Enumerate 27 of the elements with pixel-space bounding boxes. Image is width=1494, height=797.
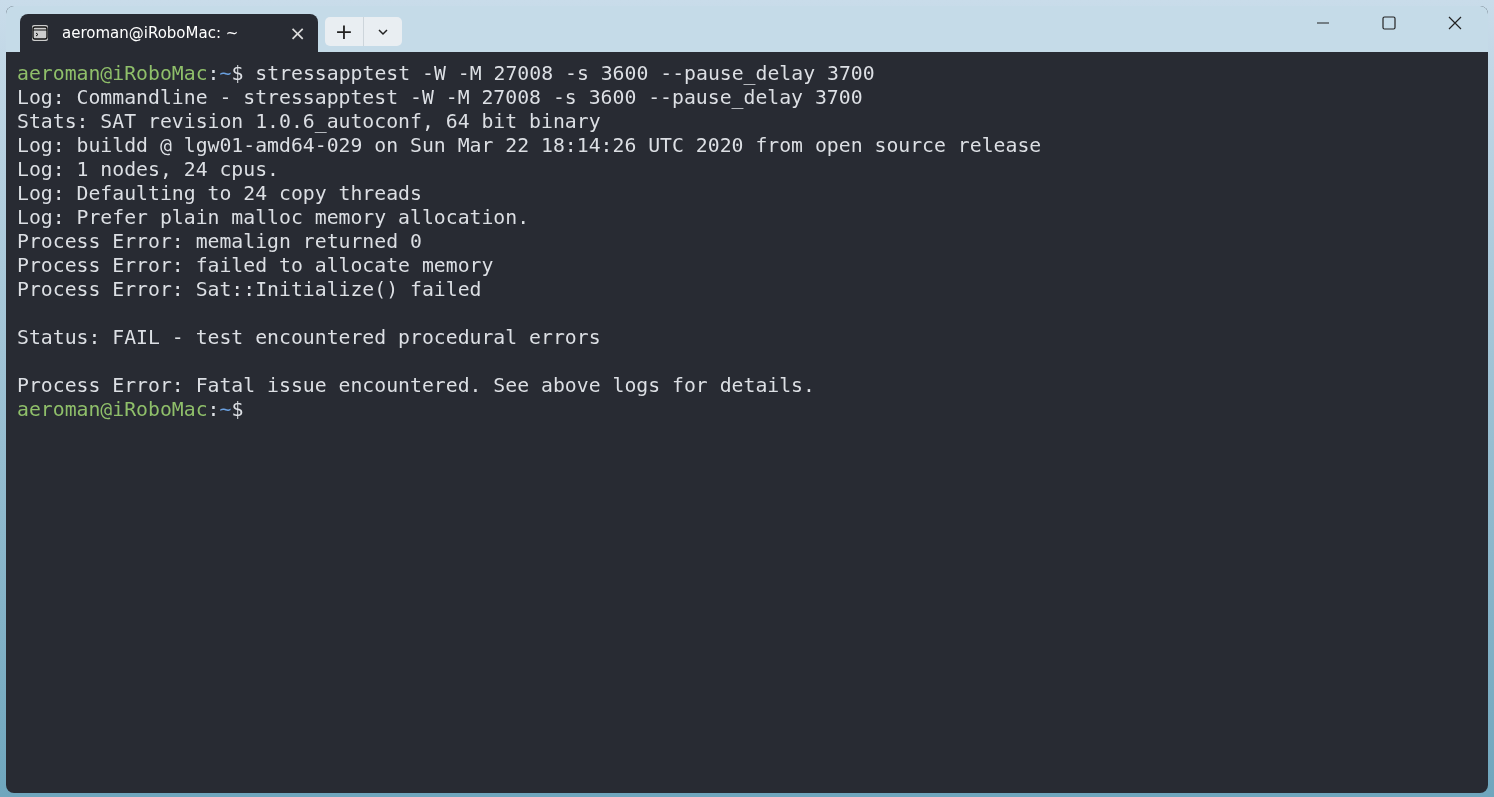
chevron-down-icon bbox=[377, 27, 389, 36]
output-line: Log: Commandline - stressapptest -W -M 27008 -s 3600 --pause_delay 3700 bbox=[17, 86, 863, 109]
prompt-user: aeroman@iRoboMac bbox=[17, 398, 208, 421]
prompt-symbol: $ bbox=[231, 398, 244, 421]
prompt-path: ~ bbox=[219, 62, 232, 85]
prompt-path: ~ bbox=[219, 398, 232, 421]
output-line: Process Error: memalign returned 0 bbox=[17, 230, 422, 253]
output-line: Process Error: Sat::Initialize() failed bbox=[17, 278, 482, 301]
close-icon[interactable] bbox=[1448, 15, 1462, 30]
output-line: Stats: SAT revision 1.0.6_autoconf, 64 bit binary bbox=[17, 110, 601, 133]
prompt-separator: : bbox=[207, 398, 220, 421]
output-line: Log: Prefer plain malloc memory allocation. bbox=[17, 206, 530, 229]
prompt-user: aeroman@iRoboMac bbox=[17, 62, 208, 85]
prompt-separator: : bbox=[207, 62, 220, 85]
maximize-icon[interactable] bbox=[1382, 15, 1396, 30]
terminal-icon bbox=[32, 25, 48, 41]
terminal-tab[interactable]: aeroman@iRoboMac: ~ × bbox=[20, 14, 318, 52]
output-line: Log: buildd @ lgw01-amd64-029 on Sun Mar 22 18:14:26 UTC 2020 from open source release bbox=[17, 134, 1042, 157]
output-line: Log: Defaulting to 24 copy threads bbox=[17, 182, 422, 205]
output-line: Process Error: failed to allocate memory bbox=[17, 254, 494, 277]
close-tab-button[interactable]: × bbox=[289, 21, 306, 45]
tab-title: aeroman@iRoboMac: ~ bbox=[62, 24, 240, 42]
output-line: Status: FAIL - test encountered procedural errors bbox=[17, 326, 601, 349]
command-text: stressapptest -W -M 27008 -s 3600 --pause_delay 3700 bbox=[255, 62, 875, 85]
prompt-symbol: $ bbox=[231, 62, 244, 85]
output-line: Process Error: Fatal issue encountered. See above logs for details. bbox=[17, 374, 815, 397]
output-line: Log: 1 nodes, 24 cpus. bbox=[17, 158, 279, 181]
